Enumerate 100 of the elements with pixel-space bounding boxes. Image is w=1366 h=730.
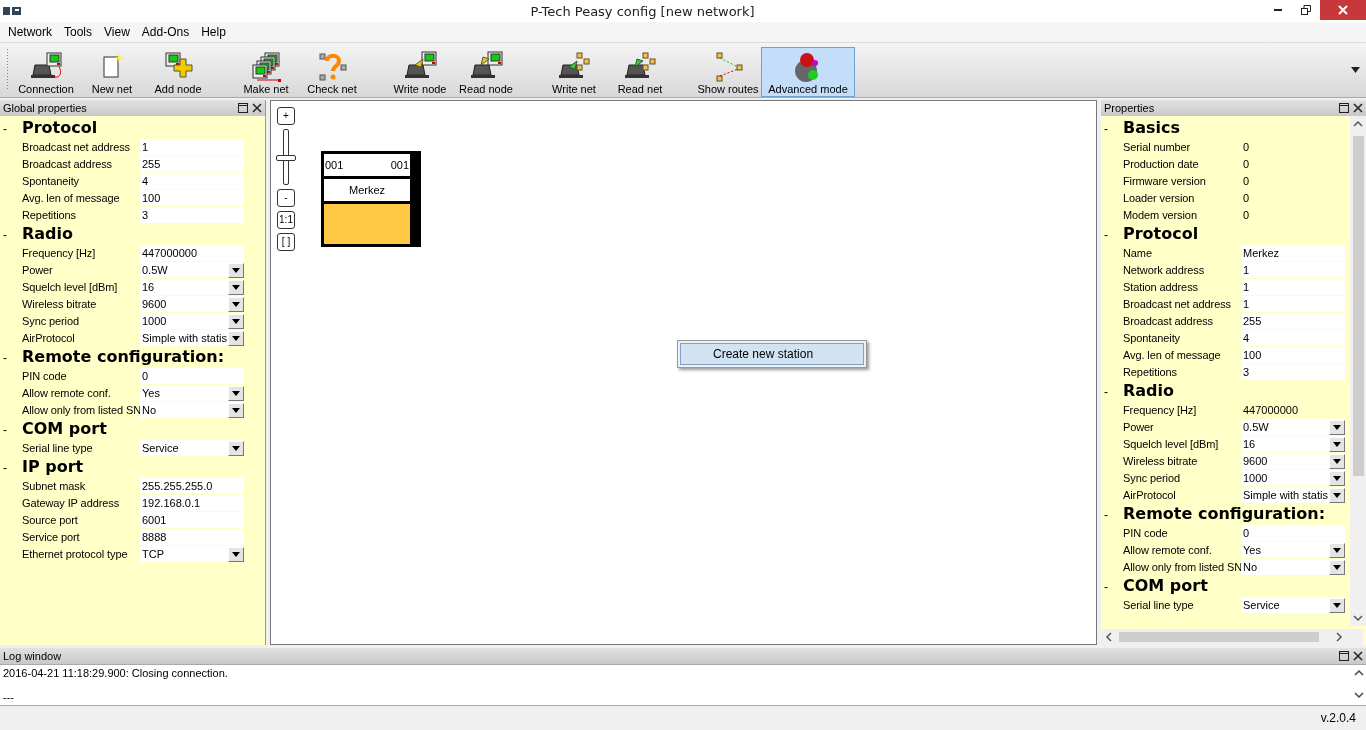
- input-field[interactable]: Merkez: [1241, 245, 1345, 261]
- dropdown-field[interactable]: Service: [140, 440, 244, 456]
- log-line: ---: [3, 691, 15, 703]
- dropdown-field[interactable]: 16: [140, 279, 244, 295]
- restore-icon: [1301, 5, 1311, 15]
- panel-title: Properties: [1104, 102, 1156, 114]
- menu-item[interactable]: View: [98, 25, 136, 39]
- toolbar-button[interactable]: Show routes: [695, 47, 761, 97]
- vertical-scrollbar[interactable]: [1350, 116, 1366, 626]
- input-field[interactable]: 1: [1241, 296, 1345, 312]
- zoom-button[interactable]: -: [277, 189, 295, 207]
- property-label: Avg. len of message: [21, 191, 121, 206]
- toolbar-button[interactable]: Read net: [607, 47, 673, 97]
- section-title: Radio: [22, 224, 74, 243]
- input-field[interactable]: 6001: [140, 512, 244, 528]
- input-field[interactable]: 1: [1241, 279, 1345, 295]
- input-field[interactable]: 192.168.0.1: [140, 495, 244, 511]
- toolbar-button[interactable]: Make net: [233, 47, 299, 97]
- dropdown-field[interactable]: No: [140, 402, 244, 418]
- input-field[interactable]: 255.255.255.0: [140, 478, 244, 494]
- close-icon[interactable]: [252, 103, 262, 113]
- toolbar-button[interactable]: Connection: [13, 47, 79, 97]
- input-field[interactable]: 8888: [140, 529, 244, 545]
- property-label: Broadcast net address: [21, 140, 131, 155]
- float-icon[interactable]: [238, 103, 248, 113]
- section-title: Remote configuration:: [1123, 504, 1326, 523]
- section-title: COM port: [22, 419, 107, 438]
- dropdown-field[interactable]: Simple with statis: [140, 330, 244, 346]
- collapse-toggle[interactable]: -: [0, 423, 22, 437]
- collapse-toggle[interactable]: -: [1101, 228, 1123, 242]
- panel-title: Global properties: [3, 102, 88, 114]
- dropdown-field[interactable]: 1000: [140, 313, 244, 329]
- input-field[interactable]: 0: [1241, 525, 1345, 541]
- input-field[interactable]: 447000000: [140, 245, 244, 261]
- horizontal-scrollbar[interactable]: [1101, 629, 1363, 645]
- input-field[interactable]: 100: [140, 190, 244, 206]
- property-label: Power: [21, 263, 54, 278]
- collapse-toggle[interactable]: -: [1101, 385, 1123, 399]
- menu-item[interactable]: Add-Ons: [135, 25, 196, 39]
- dropdown-field[interactable]: 0.5W: [1241, 419, 1345, 435]
- float-icon[interactable]: [1339, 651, 1349, 661]
- dropdown-field[interactable]: Simple with statis: [1241, 487, 1345, 503]
- menu-item[interactable]: Tools: [58, 25, 99, 39]
- property-label: Name: [1122, 246, 1153, 261]
- close-icon[interactable]: [1353, 103, 1363, 113]
- float-icon[interactable]: [1339, 103, 1349, 113]
- dropdown-field[interactable]: Service: [1241, 597, 1345, 613]
- station-node[interactable]: 001 001 Merkez: [321, 151, 421, 247]
- input-field[interactable]: 4: [140, 173, 244, 189]
- zoom-slider[interactable]: [276, 129, 296, 185]
- menu-item[interactable]: Create new station: [680, 343, 864, 365]
- toolbar-button[interactable]: Advanced mode: [761, 47, 855, 97]
- toolbar-button[interactable]: Check net: [299, 47, 365, 97]
- dropdown-field[interactable]: TCP: [140, 546, 244, 562]
- zoom-button[interactable]: +: [277, 107, 295, 125]
- input-field[interactable]: 1: [140, 139, 244, 155]
- dropdown-field[interactable]: 9600: [1241, 453, 1345, 469]
- dropdown-field[interactable]: 9600: [140, 296, 244, 312]
- property-label: Spontaneity: [1122, 331, 1181, 346]
- collapse-toggle[interactable]: -: [0, 122, 22, 136]
- log-line: 2016-04-21 11:18:29.900: Closing connection.: [3, 667, 229, 679]
- dropdown-field[interactable]: 16: [1241, 436, 1345, 452]
- property-label: Firmware version: [1122, 174, 1207, 189]
- collapse-toggle[interactable]: -: [0, 228, 22, 242]
- input-field[interactable]: 255: [1241, 313, 1345, 329]
- close-button[interactable]: [1320, 0, 1366, 20]
- close-icon[interactable]: [1353, 651, 1363, 661]
- collapse-toggle[interactable]: -: [0, 461, 22, 475]
- menu-item[interactable]: Network: [2, 25, 58, 39]
- collapse-toggle[interactable]: -: [1101, 580, 1123, 594]
- input-field[interactable]: 0: [140, 368, 244, 384]
- input-field[interactable]: 100: [1241, 347, 1345, 363]
- dropdown-field[interactable]: No: [1241, 559, 1345, 575]
- zoom-button[interactable]: 1:1: [277, 211, 295, 229]
- input-field[interactable]: 1: [1241, 262, 1345, 278]
- collapse-toggle[interactable]: -: [0, 351, 22, 365]
- toolbar-button[interactable]: Write net: [541, 47, 607, 97]
- toolbar-button[interactable]: Add node: [145, 47, 211, 97]
- collapse-toggle[interactable]: -: [1101, 508, 1123, 522]
- property-label: Wireless bitrate: [1122, 454, 1199, 469]
- input-field[interactable]: 255: [140, 156, 244, 172]
- dropdown-field[interactable]: Yes: [140, 385, 244, 401]
- property-label: Network address: [1122, 263, 1206, 278]
- menu-item[interactable]: Help: [195, 25, 232, 39]
- dropdown-field[interactable]: Yes: [1241, 542, 1345, 558]
- collapse-toggle[interactable]: -: [1101, 122, 1123, 136]
- slider-thumb[interactable]: [276, 155, 296, 161]
- toolbar-button[interactable]: New net: [79, 47, 145, 97]
- node-name: Merkez: [324, 179, 410, 201]
- zoom-button[interactable]: [ ]: [277, 233, 295, 251]
- property-label: Source port: [21, 513, 79, 528]
- input-field[interactable]: 3: [1241, 364, 1345, 380]
- dropdown-field[interactable]: 1000: [1241, 470, 1345, 486]
- input-field[interactable]: 4: [1241, 330, 1345, 346]
- toolbar-button[interactable]: Read node: [453, 47, 519, 97]
- dropdown-field[interactable]: 0.5W: [140, 262, 244, 278]
- app-logo-icon: [3, 6, 21, 16]
- input-field[interactable]: 3: [140, 207, 244, 223]
- toolbar-button[interactable]: Write node: [387, 47, 453, 97]
- property-label: Serial line type: [1122, 598, 1195, 613]
